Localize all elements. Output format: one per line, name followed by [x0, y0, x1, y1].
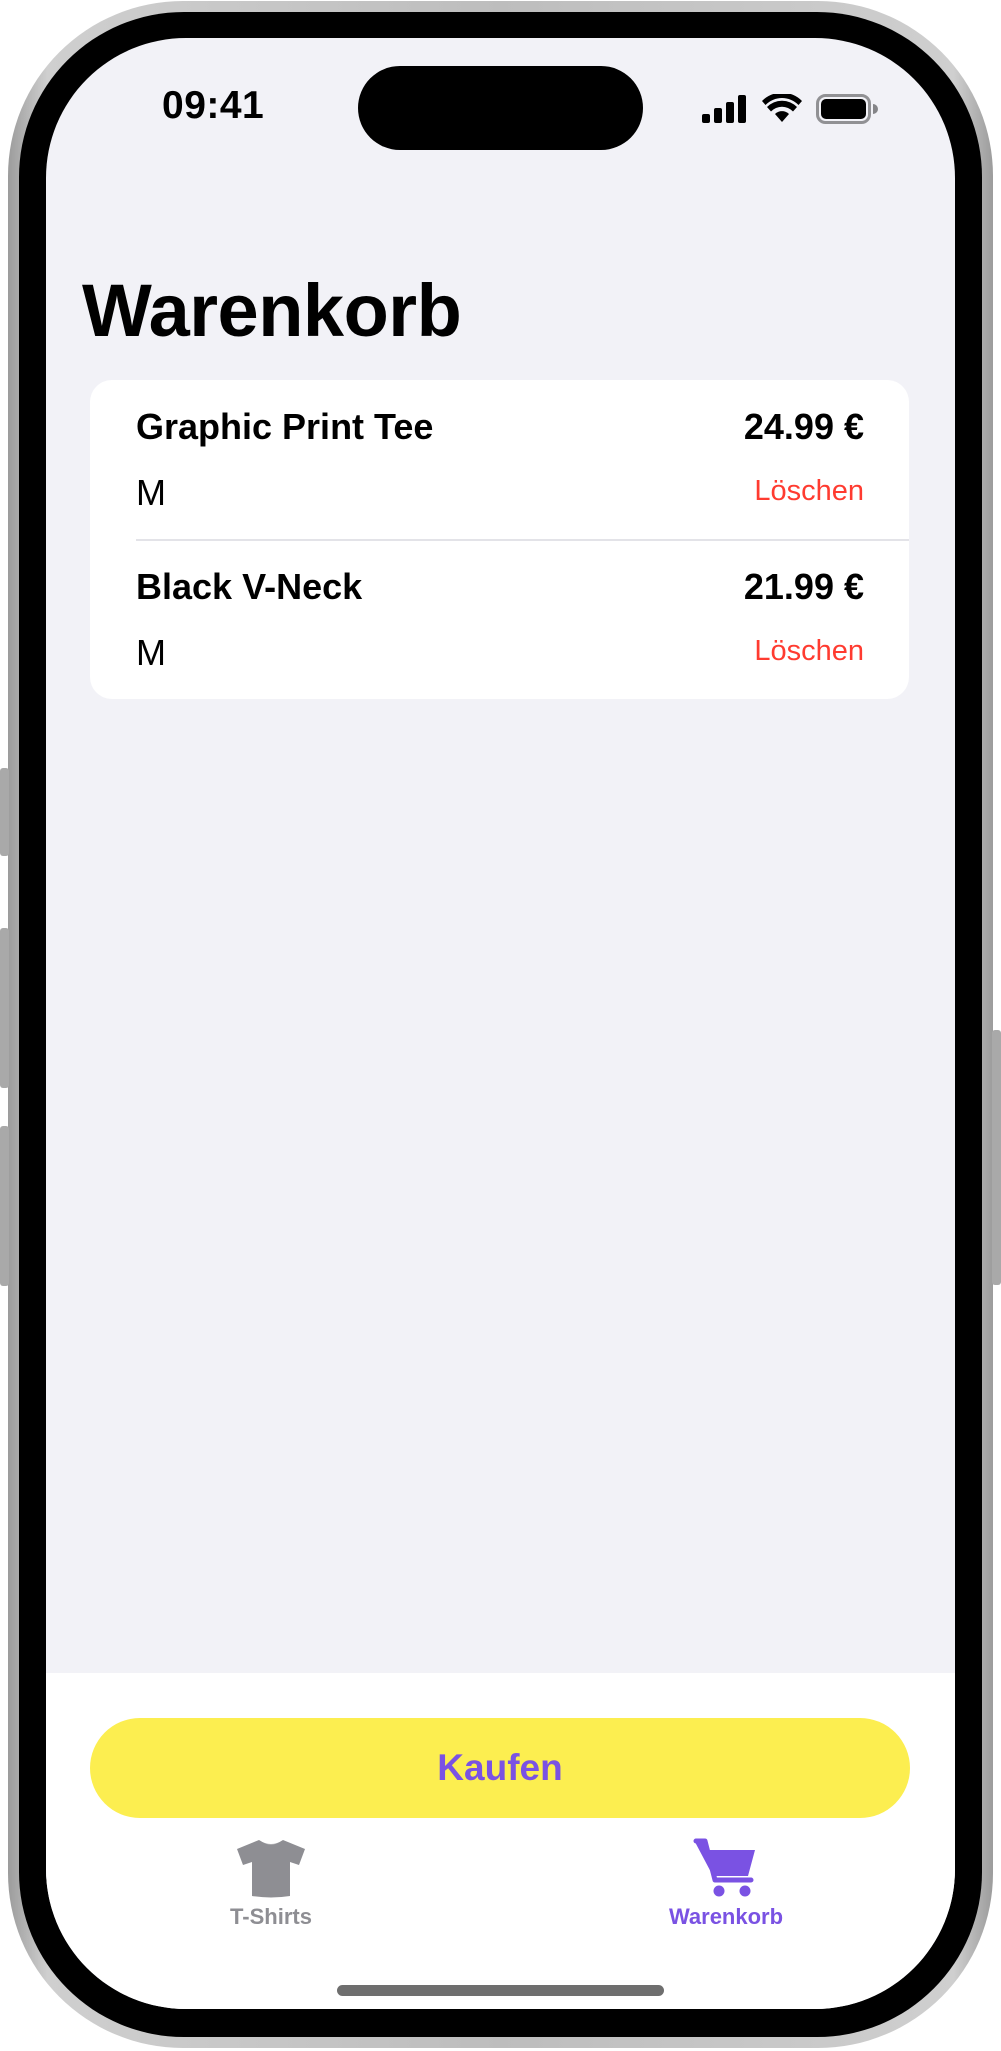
cart-item-name: Graphic Print Tee	[136, 406, 434, 447]
page-title: Warenkorb	[82, 269, 462, 352]
cart-item-price: 21.99 €	[743, 566, 864, 607]
tab-tshirts[interactable]: T-Shirts	[171, 1838, 371, 1948]
device-volume-down-button	[0, 1126, 9, 1286]
tab-label: Warenkorb	[668, 1904, 784, 1929]
app-screen: 09:41 Warenkorb Graphic Print Tee 24.99 …	[46, 38, 955, 2009]
cellular-signal-icon	[702, 95, 746, 123]
battery-icon	[816, 94, 878, 124]
bottom-bar: Kaufen T-Shirts Warenkorb	[46, 1673, 955, 2009]
status-time: 09:41	[162, 84, 265, 127]
cart-item-price: 24.99 €	[743, 406, 864, 447]
cart-list: Graphic Print Tee 24.99 € M Löschen Blac…	[90, 380, 909, 699]
dynamic-island	[358, 66, 643, 150]
tshirt-icon	[237, 1839, 305, 1898]
cart-item-size: M	[136, 632, 166, 673]
buy-button[interactable]: Kaufen	[90, 1718, 910, 1818]
cart-item-name: Black V-Neck	[136, 566, 363, 607]
home-indicator[interactable]	[337, 1985, 664, 1996]
cart-item: Black V-Neck 21.99 € M Löschen	[90, 540, 909, 699]
cart-icon	[693, 1838, 755, 1897]
tab-warenkorb[interactable]: Warenkorb	[626, 1838, 826, 1948]
delete-button[interactable]: Löschen	[754, 635, 864, 668]
device-volume-up-button	[0, 928, 9, 1088]
cart-item-size: M	[136, 472, 166, 513]
device-action-button	[0, 768, 9, 856]
status-icons	[702, 94, 878, 124]
cart-item: Graphic Print Tee 24.99 € M Löschen	[90, 380, 909, 541]
delete-button[interactable]: Löschen	[754, 475, 864, 508]
device-power-button	[992, 1030, 1001, 1285]
tab-label: T-Shirts	[230, 1904, 312, 1929]
wifi-icon	[762, 94, 802, 122]
